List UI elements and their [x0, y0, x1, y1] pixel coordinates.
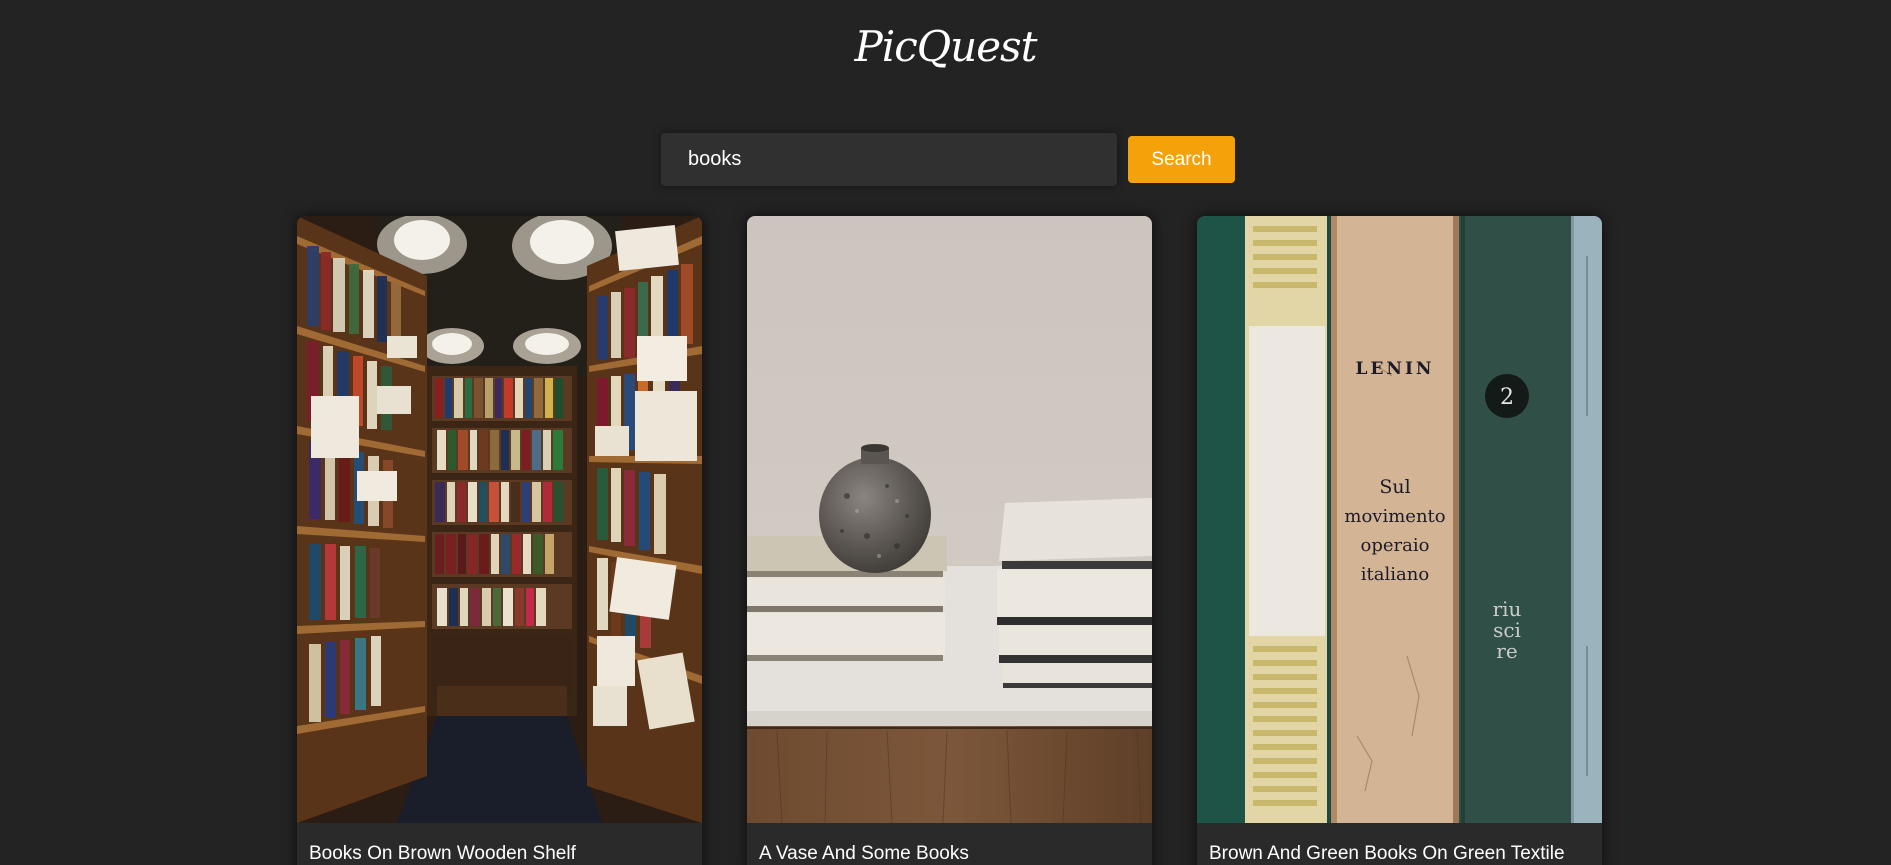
- result-image-vase-books[interactable]: [747, 216, 1152, 823]
- result-title: Brown And Green Books On Green Textile: [1209, 843, 1565, 864]
- result-title: A Vase And Some Books: [759, 843, 969, 864]
- result-card[interactable]: Books On Brown Wooden Shelf: [297, 216, 702, 865]
- app-logo[interactable]: PicQuest: [0, 22, 1891, 71]
- result-card[interactable]: LENIN Sul movimento operaio italiano 2 r…: [1197, 216, 1602, 865]
- spine-volume-number: 2: [1500, 385, 1514, 410]
- spine-author-text: LENIN: [1356, 359, 1435, 379]
- app-root: PicQuest Search: [0, 0, 1891, 865]
- result-image-book-spines[interactable]: LENIN Sul movimento operaio italiano 2 r…: [1197, 216, 1602, 823]
- search-bar: Search: [661, 133, 1235, 186]
- spine-side-line-3: re: [1496, 639, 1517, 663]
- result-card[interactable]: A Vase And Some Books: [747, 216, 1152, 865]
- spine-title-line-4: italiano: [1361, 564, 1429, 585]
- search-input[interactable]: [661, 133, 1117, 186]
- spine-title-line-2: movimento: [1344, 506, 1445, 527]
- search-button[interactable]: Search: [1128, 136, 1235, 183]
- result-title: Books On Brown Wooden Shelf: [309, 843, 576, 864]
- spine-title-line-3: operaio: [1361, 535, 1430, 556]
- result-image-library-aisle[interactable]: [297, 216, 702, 823]
- spine-title-line-1: Sul: [1379, 476, 1410, 498]
